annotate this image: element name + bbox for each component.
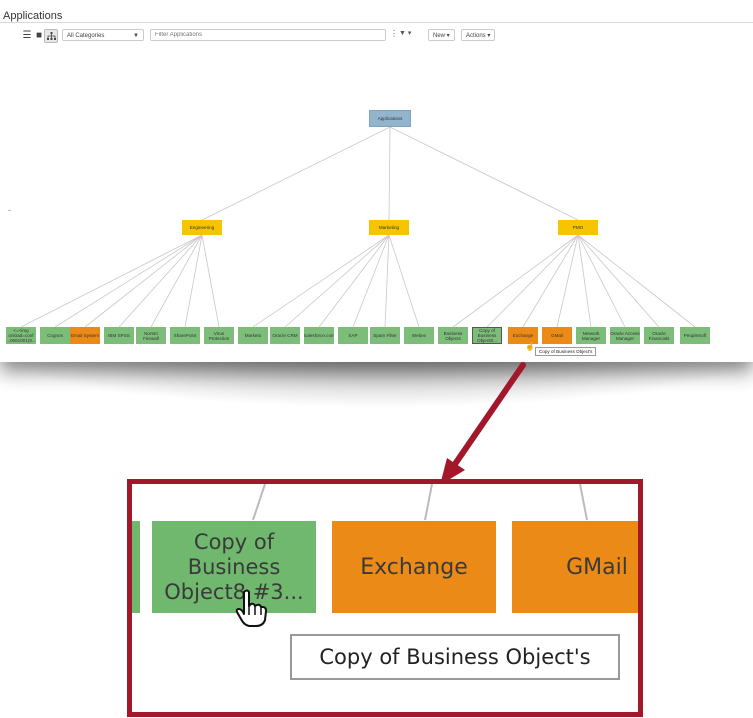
- zoom-node-copy-line2: Business: [187, 554, 281, 579]
- zoom-node-partial: [132, 521, 140, 613]
- zoom-callout: Copy of Business Object8 #3... Exchange …: [127, 479, 643, 717]
- hand-cursor-icon: [235, 589, 267, 627]
- zoom-node-gmail-label: GMail: [566, 554, 628, 580]
- zoom-node-exchange-label: Exchange: [360, 554, 468, 580]
- zoom-node-exchange[interactable]: Exchange: [332, 521, 496, 613]
- zoom-tooltip: Copy of Business Object's: [290, 634, 620, 680]
- zoom-node-gmail[interactable]: GMail: [512, 521, 638, 613]
- zoom-node-copy-line1: Copy of: [193, 529, 275, 554]
